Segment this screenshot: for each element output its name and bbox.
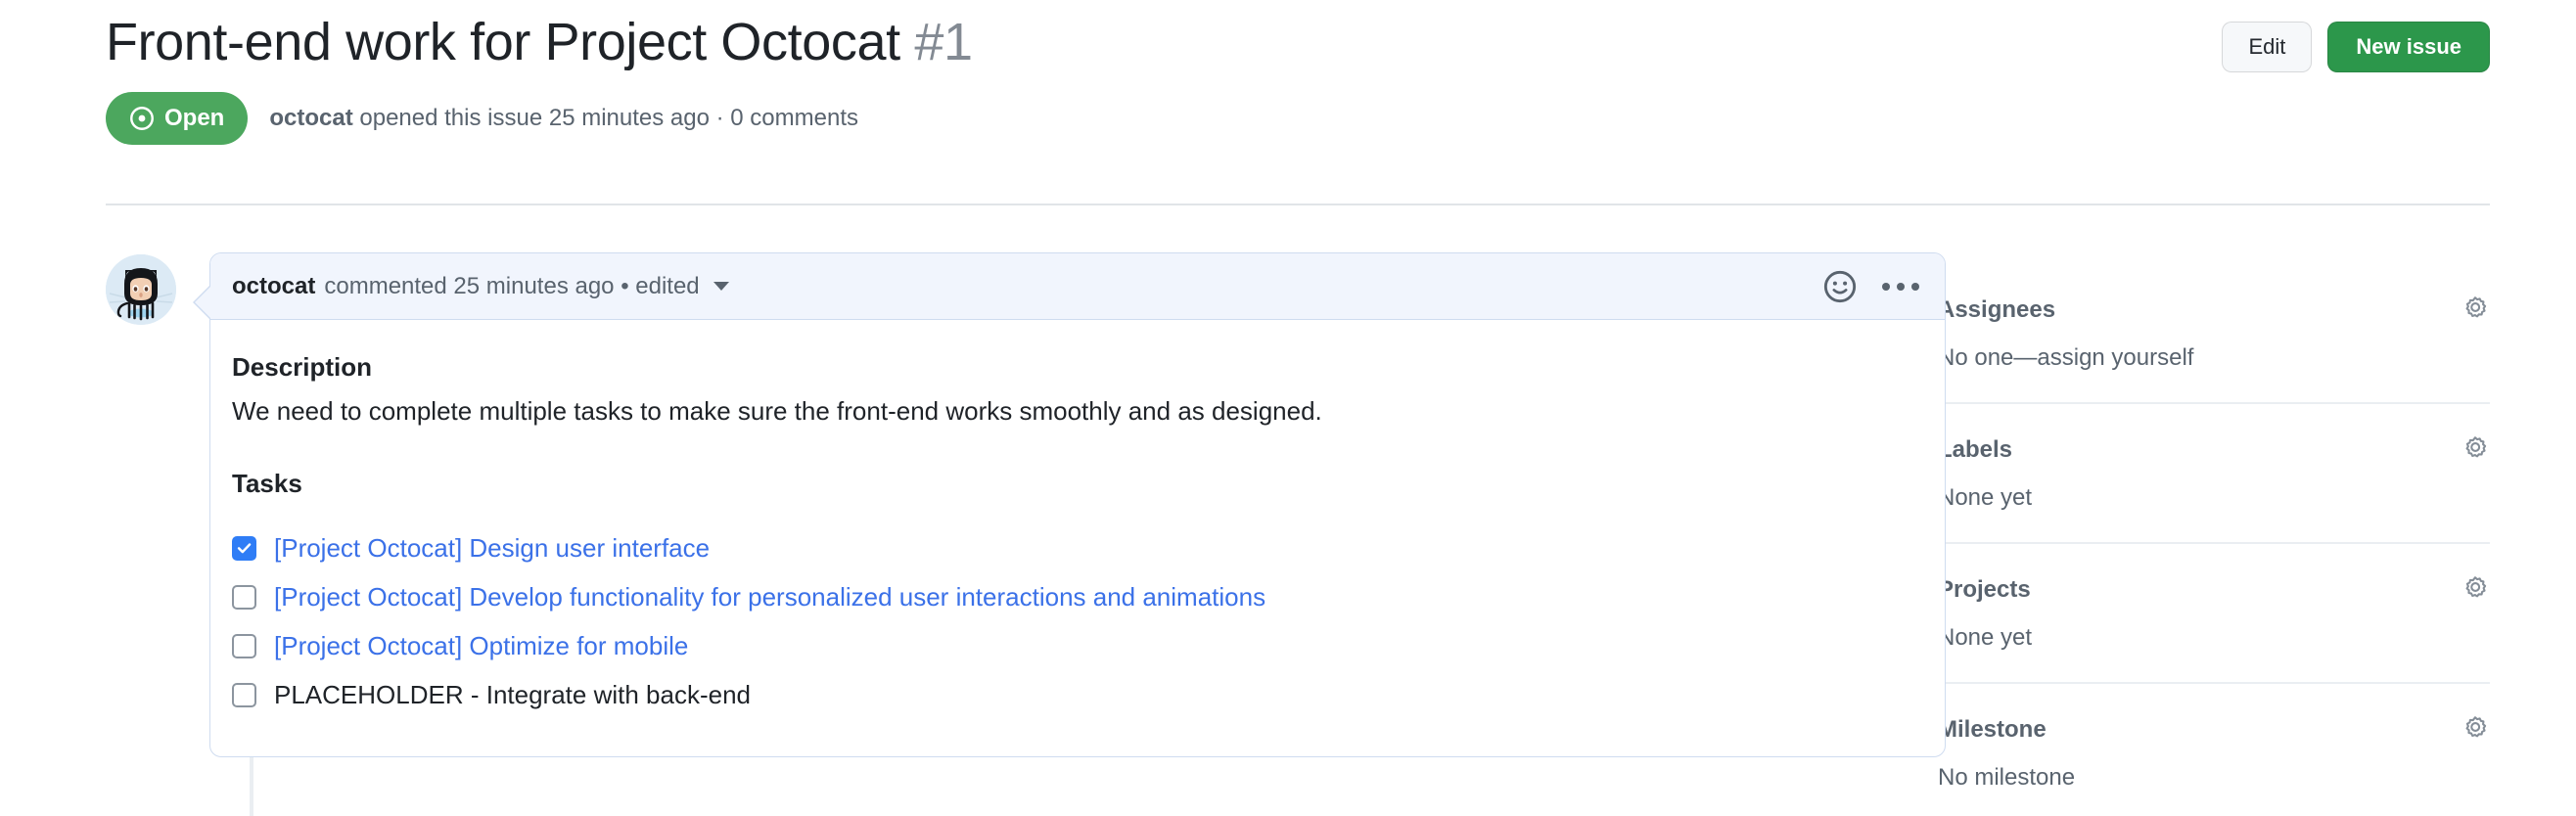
comment-header-actions: [1823, 270, 1919, 303]
avatar[interactable]: [106, 254, 176, 325]
task-checkbox[interactable]: [232, 585, 256, 610]
task-list-item: [Project Octocat] Design user interface: [232, 531, 1919, 567]
gear-icon[interactable]: [2461, 575, 2490, 605]
issue-author[interactable]: octocat: [269, 105, 352, 131]
task-list-item: PLACEHOLDER - Integrate with back-end: [232, 678, 1919, 713]
sidebar-section-value: None yet: [1938, 486, 2490, 510]
sidebar-divider: [1938, 542, 2490, 544]
comment-box: octocat commented 25 minutes ago • edite…: [209, 252, 1946, 757]
issue-meta-row: Open octocat opened this issue 25 minute…: [106, 92, 2490, 145]
sidebar-section-header: Milestone: [1938, 713, 2490, 747]
header-actions: Edit New issue: [2222, 10, 2490, 72]
sidebar-divider: [1938, 402, 2490, 404]
comment-author[interactable]: octocat: [232, 273, 315, 300]
gear-icon[interactable]: [2461, 295, 2490, 325]
task-label: PLACEHOLDER - Integrate with back-end: [274, 679, 751, 712]
description-heading: Description: [232, 349, 1919, 385]
kebab-dot: [1911, 283, 1919, 291]
sidebar-section-title: Assignees: [1938, 298, 2055, 322]
kebab-dot: [1897, 283, 1905, 291]
new-issue-button[interactable]: New issue: [2327, 22, 2490, 72]
sidebar-section-value[interactable]: No one—assign yourself: [1938, 346, 2490, 370]
sidebar-section-assignees: Assignees No one—assign yourself: [1938, 294, 2490, 370]
sidebar-section-labels: Labels None yet: [1938, 433, 2490, 510]
task-label[interactable]: [Project Octocat] Develop functionality …: [274, 581, 1265, 614]
header-divider: [106, 204, 2490, 205]
sidebar-section-title: Projects: [1938, 578, 2031, 602]
tasks-heading: Tasks: [232, 466, 1919, 501]
task-label[interactable]: [Project Octocat] Design user interface: [274, 532, 710, 566]
issue-header: Front-end work for Project Octocat #1 Ed…: [106, 0, 2490, 145]
title-row: Front-end work for Project Octocat #1 Ed…: [106, 0, 2490, 76]
chevron-down-icon[interactable]: [713, 282, 729, 291]
status-badge: Open: [106, 92, 248, 145]
issue-opened-icon: [129, 106, 155, 131]
task-checkbox[interactable]: [232, 683, 256, 707]
sidebar-section-title: Labels: [1938, 438, 2012, 462]
sidebar-section-projects: Projects None yet: [1938, 573, 2490, 650]
comment-header: octocat commented 25 minutes ago • edite…: [210, 253, 1945, 320]
sidebar-section-title: Milestone: [1938, 718, 2047, 742]
sidebar-divider: [1938, 682, 2490, 684]
issue-title-text: Front-end work for Project Octocat: [106, 13, 900, 71]
task-label[interactable]: [Project Octocat] Optimize for mobile: [274, 630, 688, 663]
sidebar-section-value: None yet: [1938, 626, 2490, 650]
sidebar-section-milestone: Milestone No milestone: [1938, 713, 2490, 790]
edit-button[interactable]: Edit: [2222, 22, 2312, 72]
page-title: Front-end work for Project Octocat #1: [106, 10, 973, 76]
task-list: [Project Octocat] Design user interface …: [232, 531, 1919, 713]
issue-sidebar: Assignees No one—assign yourself Labels: [1938, 294, 2490, 790]
smiley-icon[interactable]: [1823, 270, 1857, 303]
sidebar-section-header: Assignees: [1938, 294, 2490, 327]
issue-meta-text: octocat opened this issue 25 minutes ago…: [269, 107, 858, 130]
issue-timeline: octocat commented 25 minutes ago • edite…: [106, 252, 1946, 757]
kebab-dot: [1882, 283, 1890, 291]
gear-icon[interactable]: [2461, 715, 2490, 745]
comment-body: Description We need to complete multiple…: [210, 320, 1945, 756]
task-checkbox[interactable]: [232, 634, 256, 658]
issue-meta-detail: opened this issue 25 minutes ago · 0 com…: [359, 105, 858, 131]
comment-row: octocat commented 25 minutes ago • edite…: [106, 252, 1946, 757]
sidebar-section-header: Labels: [1938, 433, 2490, 467]
gear-icon[interactable]: [2461, 435, 2490, 465]
issue-page: Front-end work for Project Octocat #1 Ed…: [0, 0, 2576, 816]
comment-timestamp: commented 25 minutes ago • edited: [324, 273, 699, 300]
description-body: We need to complete multiple tasks to ma…: [232, 392, 1919, 431]
issue-number: #1: [914, 13, 972, 71]
comment-author-line: octocat commented 25 minutes ago • edite…: [232, 273, 729, 300]
sidebar-section-header: Projects: [1938, 573, 2490, 607]
task-list-item: [Project Octocat] Develop functionality …: [232, 580, 1919, 615]
status-badge-label: Open: [164, 105, 224, 132]
task-list-item: [Project Octocat] Optimize for mobile: [232, 629, 1919, 664]
task-checkbox[interactable]: [232, 536, 256, 561]
sidebar-section-value: No milestone: [1938, 766, 2490, 790]
kebab-menu-icon[interactable]: [1882, 283, 1919, 291]
